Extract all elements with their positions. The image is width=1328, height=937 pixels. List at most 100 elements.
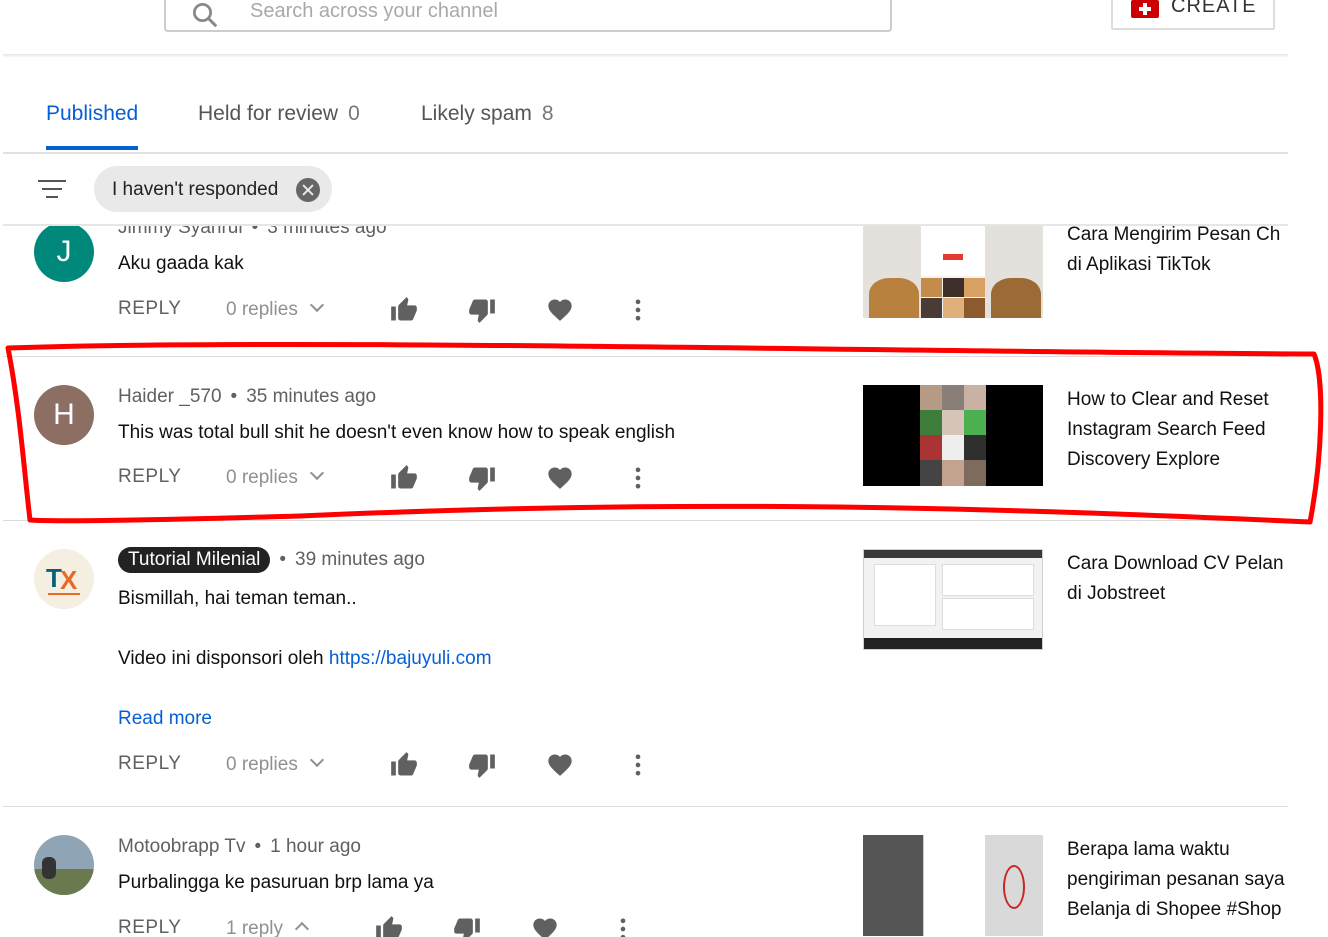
tab-likely-spam[interactable]: Likely spam 8 <box>421 102 554 126</box>
video-thumbnail[interactable] <box>863 549 1043 650</box>
reply-button[interactable]: REPLY <box>118 753 181 775</box>
comment-author[interactable]: Motoobrapp Tv <box>118 836 245 857</box>
video-title-line: Belanja di Shopee #Shop <box>1067 899 1282 920</box>
replies-count: 0 replies <box>226 299 298 320</box>
avatar-letter: H <box>53 398 75 431</box>
comment-list: J Jimmy Syahrul • 3 minutes ago Aku gaada … <box>0 226 1288 937</box>
video-title[interactable]: Cara Download CV Pelan di Jobstreet <box>1067 549 1288 609</box>
heart-icon[interactable] <box>531 915 559 937</box>
thumb-down-icon[interactable] <box>453 915 481 937</box>
thumb-up-icon[interactable] <box>390 296 418 324</box>
video-title-line: Discovery Explore <box>1067 449 1221 470</box>
tab-count: 8 <box>541 102 554 125</box>
comment-item: Motoobrapp Tv • 1 hour ago Purbalingga ke … <box>0 807 1288 937</box>
filter-bar: I haven't responded <box>0 154 1288 224</box>
video-title-line: pengiriman pesanan saya <box>1067 869 1285 890</box>
chevron-down-icon <box>309 752 324 768</box>
chevron-down-icon <box>309 465 324 481</box>
comment-item: T X Tutorial Milenial • 39 minutes ago Bis… <box>0 521 1288 806</box>
tab-label: Published <box>46 102 139 125</box>
channel-owner-badge[interactable]: Tutorial Milenial <box>118 547 271 573</box>
create-label: CREATE <box>1171 0 1257 17</box>
channel-logo-icon: T X <box>46 563 80 595</box>
comment-author[interactable]: Haider _570 <box>118 386 222 407</box>
comment-time[interactable]: 3 minutes ago <box>267 226 386 238</box>
filter-chip[interactable]: I haven't responded <box>94 166 332 212</box>
replies-count: 0 replies <box>226 467 298 488</box>
comment-meta: Haider _570 • 35 minutes ago <box>118 386 377 407</box>
comment-text-prefix: Video ini disponsori oleh <box>118 648 329 669</box>
more-vert-icon[interactable] <box>624 464 652 492</box>
comment-meta: Motoobrapp Tv • 1 hour ago <box>118 836 361 857</box>
thumb-down-icon[interactable] <box>468 464 496 492</box>
video-title-line: di Jobstreet <box>1067 583 1166 604</box>
video-title-line: di Aplikasi TikTok <box>1067 254 1211 275</box>
replies-toggle[interactable]: 0 replies <box>226 465 324 489</box>
thumb-up-icon[interactable] <box>390 751 418 779</box>
heart-icon[interactable] <box>546 751 574 779</box>
comment-text: Purbalingga ke pasuruan brp lama ya <box>118 872 434 893</box>
avatar[interactable] <box>34 835 94 895</box>
reply-button[interactable]: REPLY <box>118 298 181 320</box>
chevron-up-icon <box>294 921 310 937</box>
comment-time[interactable]: 35 minutes ago <box>246 386 376 407</box>
video-title[interactable]: Cara Mengirim Pesan Ch di Aplikasi TikTo… <box>1067 226 1288 280</box>
video-title[interactable]: Berapa lama waktu pengiriman pesanan say… <box>1067 835 1288 925</box>
video-title[interactable]: How to Clear and Reset Instagram Search … <box>1067 385 1288 475</box>
tab-published[interactable]: Published <box>46 102 138 126</box>
comment-author[interactable]: Jimmy Syahrul <box>118 226 243 238</box>
avatar[interactable]: J <box>34 226 94 282</box>
tab-label: Held for review <box>198 102 339 125</box>
video-thumbnail[interactable] <box>863 385 1043 486</box>
chevron-down-icon <box>309 297 324 313</box>
tab-count: 0 <box>348 102 360 125</box>
comment-meta: Jimmy Syahrul • 3 minutes ago <box>118 226 387 239</box>
video-title-line: How to Clear and Reset <box>1067 389 1269 410</box>
avatar-letter: J <box>56 235 72 268</box>
video-title-line: Berapa lama waktu <box>1067 839 1230 860</box>
more-vert-icon[interactable] <box>609 915 637 937</box>
replies-toggle[interactable]: 1 reply <box>226 918 310 937</box>
search-box[interactable]: Search across your channel <box>164 0 892 32</box>
replies-toggle[interactable]: 0 replies <box>226 297 324 321</box>
avatar[interactable]: T X <box>34 549 94 609</box>
comment-item: J Jimmy Syahrul • 3 minutes ago Aku gaada … <box>0 226 1288 358</box>
replies-count: 1 reply <box>226 918 284 937</box>
replies-toggle[interactable]: 0 replies <box>226 752 324 776</box>
replies-count: 0 replies <box>226 754 298 775</box>
reply-button[interactable]: REPLY <box>118 917 181 937</box>
thumb-down-icon[interactable] <box>468 751 496 779</box>
thumb-up-icon[interactable] <box>375 915 403 937</box>
avatar[interactable]: H <box>34 385 94 445</box>
avatar-image <box>42 857 56 879</box>
svg-text:X: X <box>60 565 78 595</box>
more-vert-icon[interactable] <box>624 296 652 324</box>
comment-time[interactable]: 1 hour ago <box>270 836 361 857</box>
tab-held-for-review[interactable]: Held for review 0 <box>198 102 360 126</box>
comment-item: H Haider _570 • 35 minutes ago This was to… <box>0 357 1288 520</box>
comment-tabs: Published Held for review 0 Likely spam 8 <box>0 58 1288 153</box>
video-title-line: Cara Mengirim Pesan Ch <box>1067 226 1281 245</box>
create-button[interactable]: CREATE <box>1111 0 1275 30</box>
heart-icon[interactable] <box>546 464 574 492</box>
video-thumbnail[interactable] <box>863 226 1043 318</box>
search-placeholder: Search across your channel <box>250 0 498 22</box>
heart-icon[interactable] <box>546 296 574 324</box>
read-more-link[interactable]: Read more <box>118 708 212 730</box>
video-title-line: Cara Download CV Pelan <box>1067 553 1284 574</box>
video-thumbnail[interactable] <box>863 835 1043 936</box>
top-bar: Search across your channel CREATE <box>0 0 1288 56</box>
comment-text: Aku gaada kak <box>118 253 244 274</box>
thumb-up-icon[interactable] <box>390 464 418 492</box>
comment-text-line: Bismillah, hai teman teman.. <box>118 588 357 609</box>
more-vert-icon[interactable] <box>624 751 652 779</box>
reply-button[interactable]: REPLY <box>118 466 181 488</box>
search-icon <box>193 3 218 28</box>
tab-label: Likely spam <box>421 102 532 125</box>
comment-time[interactable]: 39 minutes ago <box>295 549 425 570</box>
filter-chip-label: I haven't responded <box>112 179 279 200</box>
thumb-down-icon[interactable] <box>468 296 496 324</box>
close-circle-icon[interactable] <box>296 178 320 202</box>
filter-icon[interactable] <box>38 180 66 200</box>
comment-link[interactable]: https://bajuyuli.com <box>329 648 492 669</box>
